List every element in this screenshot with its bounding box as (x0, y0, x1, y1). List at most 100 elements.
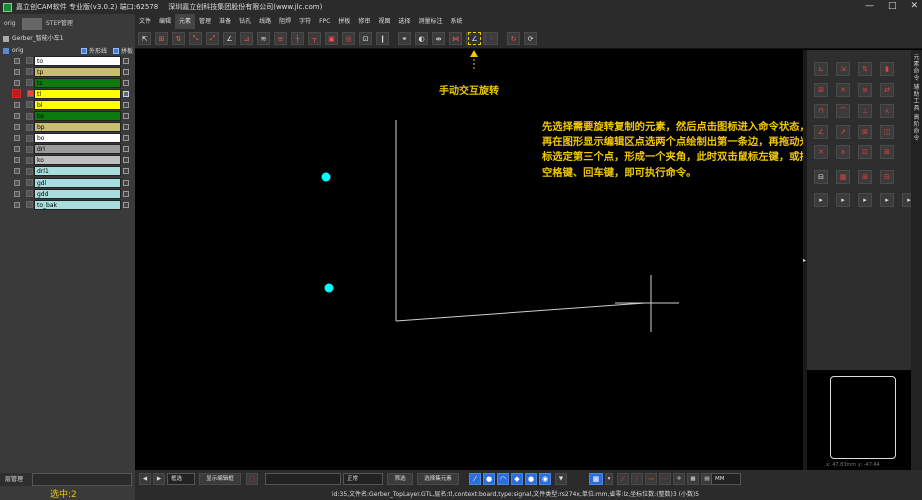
symbol-tool-icon[interactable]: ◉ (539, 473, 551, 485)
merge-icon[interactable]: ≡ (274, 32, 287, 45)
layer-visible-checkbox[interactable] (14, 146, 20, 153)
layer-reference-checkbox[interactable] (123, 157, 129, 164)
layer-reference-checkbox[interactable] (123, 124, 129, 131)
layer-lock-checkbox[interactable] (26, 134, 33, 142)
snap-center-icon[interactable]: ⊸ (645, 473, 657, 485)
menu-item[interactable]: 元素 (175, 14, 196, 29)
layer-name[interactable]: bl (34, 99, 121, 110)
command-icon[interactable]: ⊡ (858, 145, 872, 159)
layer-row[interactable]: bs (0, 110, 135, 122)
layer-row[interactable]: to_bak (0, 199, 135, 210)
layer-reference-checkbox[interactable] (123, 190, 129, 197)
layer-visible-checkbox[interactable] (14, 124, 20, 131)
graphics-canvas[interactable]: 手动交互旋转 先选择需要旋转复制的元素，然后点击图标进入命令状态，再在图形显示编… (137, 50, 810, 470)
layer-row[interactable]: to (0, 55, 135, 66)
rotate-copy-icon[interactable]: ⟳ (524, 32, 537, 45)
active-layer-icon[interactable] (12, 89, 21, 99)
layer-lock-checkbox[interactable] (26, 68, 33, 76)
vertical-tab[interactable]: 元素命令 (912, 54, 921, 82)
menu-item[interactable]: 拼板 (334, 14, 354, 29)
layer-lock-checkbox[interactable] (26, 123, 33, 131)
layer-name[interactable]: ko (34, 155, 121, 166)
stretch-icon[interactable]: ⤢ (206, 32, 219, 45)
command-icon[interactable]: ↗ (836, 125, 850, 139)
grid-dropdown-icon[interactable]: ▾ (605, 473, 613, 485)
layer-visible-checkbox[interactable] (14, 68, 20, 75)
mirror-icon[interactable]: ⇅ (172, 32, 185, 45)
command-icon[interactable]: ⊞ (858, 170, 872, 184)
menu-item[interactable]: 线路 (255, 14, 275, 29)
menu-item[interactable]: 阻焊 (275, 14, 295, 29)
text-tool-icon[interactable]: ● (525, 473, 537, 485)
command-icon[interactable]: ⋏ (880, 104, 894, 118)
menu-item[interactable]: 编辑 (155, 14, 175, 29)
layer-visible-checkbox[interactable] (14, 101, 20, 108)
measure-icon[interactable]: ⁄ (617, 473, 629, 485)
tab-step-manager[interactable]: STEP管理 (42, 18, 77, 30)
menu-item[interactable]: 文件 (135, 14, 155, 29)
layer-name[interactable]: to_bak (34, 199, 121, 210)
layer-name[interactable]: drl (34, 144, 121, 155)
layer-lock-checkbox[interactable] (26, 145, 33, 153)
layer-name[interactable]: gdl (34, 177, 121, 188)
layer-row[interactable]: gdl (0, 177, 135, 188)
panel-checkbox[interactable]: 拼板 (112, 46, 133, 55)
unit-dropdown[interactable]: MM (711, 473, 741, 485)
layer-reference-checkbox[interactable] (123, 135, 129, 142)
command-icon[interactable]: ⊾ (814, 62, 828, 76)
menu-item[interactable]: 管理 (195, 14, 215, 29)
offset-icon[interactable]: ⊿ (240, 32, 253, 45)
vertical-tab[interactable]: 辅助工具 (912, 84, 921, 112)
copy-icon[interactable]: ⊞ (155, 32, 168, 45)
funnel-icon[interactable]: ▼ (555, 473, 567, 485)
draw-mode-dropdown[interactable]: 正常 (343, 473, 383, 485)
circle-icon[interactable]: ◎ (342, 32, 355, 45)
command-icon[interactable]: ⊞ (880, 145, 894, 159)
filter-button[interactable]: 筛选 (387, 473, 413, 485)
layer-name[interactable]: gdd (34, 188, 121, 199)
layer-row[interactable]: drl (0, 144, 135, 155)
arc-tool-icon[interactable]: ◠ (497, 473, 509, 485)
layer-lock-checkbox[interactable] (26, 167, 33, 175)
manual-rotate-icon[interactable]: ∠ (468, 32, 481, 45)
command-icon[interactable]: ◫ (880, 125, 894, 139)
menu-item[interactable]: 字符 (295, 14, 315, 29)
flip-icon[interactable]: ⋈ (449, 32, 462, 45)
outline-checkbox[interactable]: 外形线 (80, 46, 107, 55)
command-icon[interactable]: ▸ (858, 193, 872, 207)
layer-visible-checkbox[interactable] (14, 179, 20, 186)
scale-icon[interactable]: ⤡ (189, 32, 202, 45)
minimap[interactable]: x: 47.83mm y: -47.44 (820, 370, 911, 470)
break-icon[interactable]: ┬ (308, 32, 321, 45)
tab-step-select[interactable] (22, 18, 42, 30)
close-button[interactable]: ✕ (910, 1, 918, 12)
layer-name[interactable]: tl (34, 88, 121, 99)
next-arrow-icon[interactable]: ▶ (153, 473, 165, 485)
command-icon[interactable]: ⊥ (858, 104, 872, 118)
show-edit-box-button[interactable]: 显示编辑框 (199, 473, 241, 485)
split-icon[interactable]: ⇹ (432, 32, 445, 45)
layer-name[interactable]: drl1 (34, 166, 121, 177)
command-icon[interactable]: ▸ (836, 193, 850, 207)
layer-name[interactable]: tp (34, 66, 121, 77)
layer-lock-checkbox[interactable] (26, 179, 33, 187)
layer-name[interactable]: bp (34, 122, 121, 133)
layer-row[interactable]: tp (0, 66, 135, 77)
layer-reference-checkbox[interactable] (123, 101, 129, 108)
layer-lock-checkbox[interactable] (26, 190, 33, 198)
chain-icon[interactable]: ⚭ (398, 32, 411, 45)
layer-reference-checkbox[interactable] (123, 68, 129, 75)
line-tool-icon[interactable]: ⁄ (469, 473, 481, 485)
maximize-button[interactable]: □ (888, 1, 897, 12)
layer-reference-checkbox[interactable] (123, 90, 129, 97)
menu-item[interactable]: 选择 (394, 14, 414, 29)
layer-row[interactable]: ko (0, 155, 135, 166)
layer-lock-checkbox[interactable] (26, 112, 33, 120)
vertical-tab[interactable]: 高阶命令 (912, 114, 921, 142)
join-icon[interactable]: ⊡ (359, 32, 372, 45)
box-icon[interactable]: ▣ (325, 32, 338, 45)
command-icon[interactable]: ≡ (858, 83, 872, 97)
surface-tool-icon[interactable]: ◆ (511, 473, 523, 485)
layer-row[interactable]: gdd (0, 188, 135, 199)
layer-visible-checkbox[interactable] (14, 57, 20, 64)
